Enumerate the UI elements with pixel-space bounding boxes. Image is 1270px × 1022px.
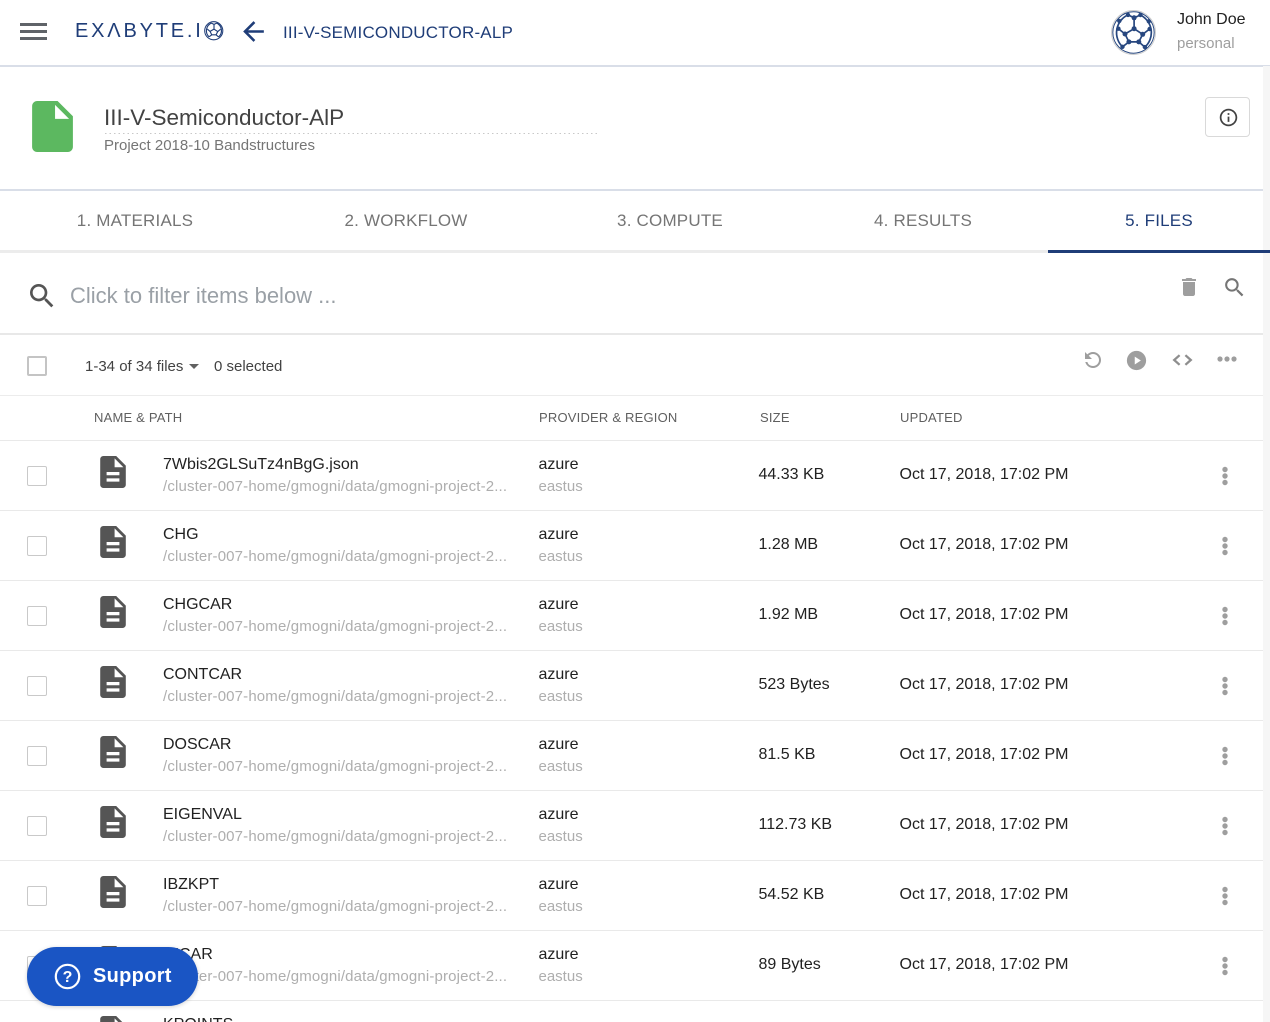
svg-text:?: ? <box>63 969 73 986</box>
